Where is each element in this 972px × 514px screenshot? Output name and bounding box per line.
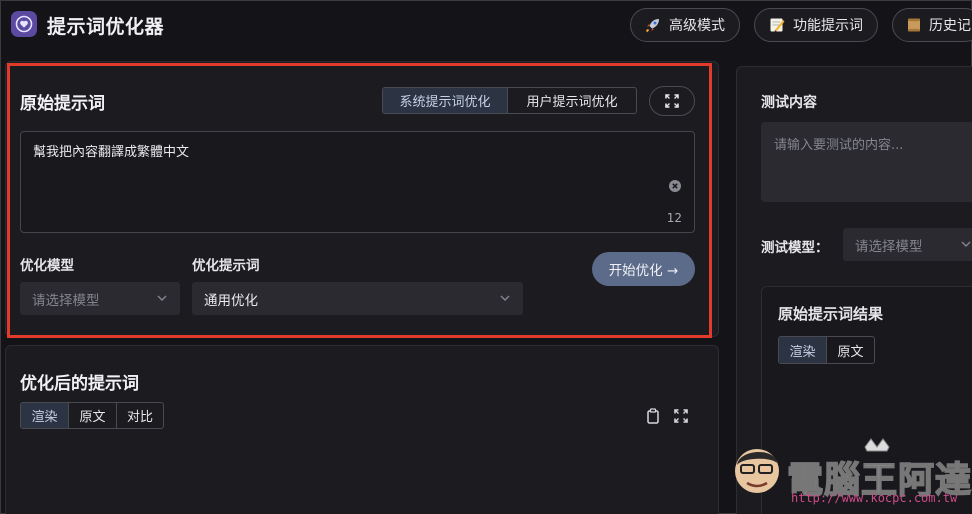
char-count: 12 xyxy=(666,211,682,225)
original-prompt-input[interactable]: 幫我把內容翻譯成繁體中文 12 xyxy=(20,131,695,233)
history-label: 历史记 xyxy=(929,18,971,34)
prompt-type-tabs: 系统提示词优化 用户提示词优化 xyxy=(382,87,637,114)
original-prompt-title: 原始提示词 xyxy=(20,94,105,114)
test-content-title: 测试内容 xyxy=(761,95,817,111)
test-model-select[interactable]: 请选择模型 xyxy=(843,228,972,261)
tab-result-raw[interactable]: 原文 xyxy=(827,337,874,363)
optimize-model-label: 优化模型 xyxy=(20,258,74,274)
rocket-icon xyxy=(643,15,663,35)
chevron-down-icon xyxy=(500,295,510,301)
optimize-template-value: 通用优化 xyxy=(204,292,258,309)
advanced-mode-button[interactable]: 高级模式 xyxy=(630,8,740,42)
tab-render[interactable]: 渲染 xyxy=(21,403,69,428)
watermark: 電腦王阿達 http://www.kocpc.com.tw xyxy=(731,437,972,511)
tab-system-prompt[interactable]: 系统提示词优化 xyxy=(383,88,508,113)
scroll-icon xyxy=(905,15,923,35)
test-content-placeholder: 请输入要测试的内容... xyxy=(774,138,904,153)
start-optimize-button[interactable]: 开始优化 → xyxy=(592,252,695,286)
optimized-view-tabs: 渲染 原文 对比 xyxy=(20,402,164,429)
original-result-title: 原始提示词结果 xyxy=(778,305,884,323)
clear-input-icon[interactable] xyxy=(669,177,681,196)
advanced-mode-label: 高级模式 xyxy=(669,18,725,34)
fullscreen-icon[interactable] xyxy=(674,408,688,427)
tab-raw[interactable]: 原文 xyxy=(69,403,117,428)
expand-button[interactable] xyxy=(649,86,695,116)
function-prompts-label: 功能提示词 xyxy=(793,18,863,34)
pencil-icon xyxy=(767,15,787,35)
chevron-down-icon xyxy=(157,295,167,301)
app-header: 提示词优化器 高级模式 功能提示词 历史记 xyxy=(1,1,972,51)
copy-icon[interactable] xyxy=(646,408,660,428)
optimize-template-select[interactable]: 通用优化 xyxy=(192,282,523,315)
tab-result-render[interactable]: 渲染 xyxy=(779,337,827,363)
watermark-url: http://www.kocpc.com.tw xyxy=(791,491,958,505)
test-model-placeholder: 请选择模型 xyxy=(855,238,923,255)
test-content-input[interactable]: 请输入要测试的内容... xyxy=(761,122,972,202)
function-prompts-button[interactable]: 功能提示词 xyxy=(754,8,878,42)
test-model-label: 测试模型： xyxy=(761,240,829,256)
result-view-tabs: 渲染 原文 xyxy=(778,336,875,364)
app-title: 提示词优化器 xyxy=(47,16,165,38)
expand-icon xyxy=(665,94,679,108)
app-logo-icon xyxy=(11,11,37,37)
chevron-down-icon xyxy=(961,241,971,247)
optimize-model-select[interactable]: 请选择模型 xyxy=(20,282,180,315)
optimize-model-placeholder: 请选择模型 xyxy=(32,292,100,309)
optimize-template-label: 优化提示词 xyxy=(192,258,260,274)
optimized-prompt-title: 优化后的提示词 xyxy=(20,374,139,394)
tab-compare[interactable]: 对比 xyxy=(117,403,163,428)
original-prompt-text: 幫我把內容翻譯成繁體中文 xyxy=(33,145,190,160)
history-button[interactable]: 历史记 xyxy=(892,8,972,42)
tab-user-prompt[interactable]: 用户提示词优化 xyxy=(508,88,636,113)
